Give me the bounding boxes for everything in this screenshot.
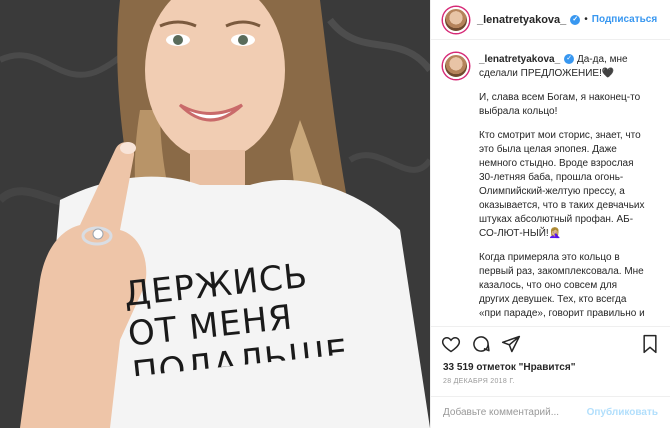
post-header: _lenatretyakova_ ✓ • Подписаться — [431, 0, 670, 40]
shirt-text: ДЕРЖИСЬ ОТ МЕНЯ ПОДАЛЬШЕ — [122, 252, 353, 394]
verified-badge-icon: ✓ — [564, 54, 575, 65]
caption-paragraph-3: Когда примеряла это кольцо в первый раз,… — [479, 252, 645, 319]
share-icon[interactable] — [501, 334, 521, 354]
caption-avatar[interactable] — [443, 53, 469, 79]
caption-paragraph-1: И, слава всем Богам, я наконец-то выбрал… — [479, 92, 641, 117]
heart-icon[interactable] — [441, 334, 461, 354]
post-panel: _lenatretyakova_ ✓ • Подписаться _lenatre… — [430, 0, 670, 428]
comment-icon[interactable] — [471, 334, 491, 354]
publish-button[interactable]: Опубликовать — [587, 407, 658, 418]
caption-paragraph-2: Кто смотрит мои сторис, знает, что это б… — [479, 130, 645, 239]
add-comment-bar: Опубликовать — [431, 396, 670, 428]
bookmark-icon[interactable] — [640, 334, 660, 354]
avatar[interactable] — [443, 6, 469, 33]
comments-area[interactable]: _lenatretyakova_ ✓ Да-да, мне сделали ПРЕ… — [431, 41, 670, 321]
caption-username[interactable]: _lenatretyakova_ — [479, 54, 560, 65]
username-text: _lenatretyakova_ — [477, 13, 567, 26]
separator-dot: • — [584, 14, 588, 25]
caption-body: _lenatretyakova_ ✓ Да-да, мне сделали ПРЕ… — [479, 53, 649, 81]
verified-badge-icon: ✓ — [570, 14, 581, 25]
follow-button[interactable]: Подписаться — [592, 14, 657, 25]
username-link[interactable]: _lenatretyakova_ ✓ — [477, 13, 581, 26]
caption-row: _lenatretyakova_ ✓ Да-да, мне сделали ПРЕ… — [443, 53, 660, 81]
likes-count[interactable]: 33 519 отметок "Нравится" — [443, 362, 575, 373]
post-photo[interactable]: ДЕРЖИСЬ ОТ МЕНЯ ПОДАЛЬШЕ — [0, 0, 430, 428]
action-bar — [431, 326, 670, 360]
post-date[interactable]: 28 ДЕКАБРЯ 2018 Г. — [443, 378, 515, 385]
comment-input[interactable] — [443, 407, 587, 418]
